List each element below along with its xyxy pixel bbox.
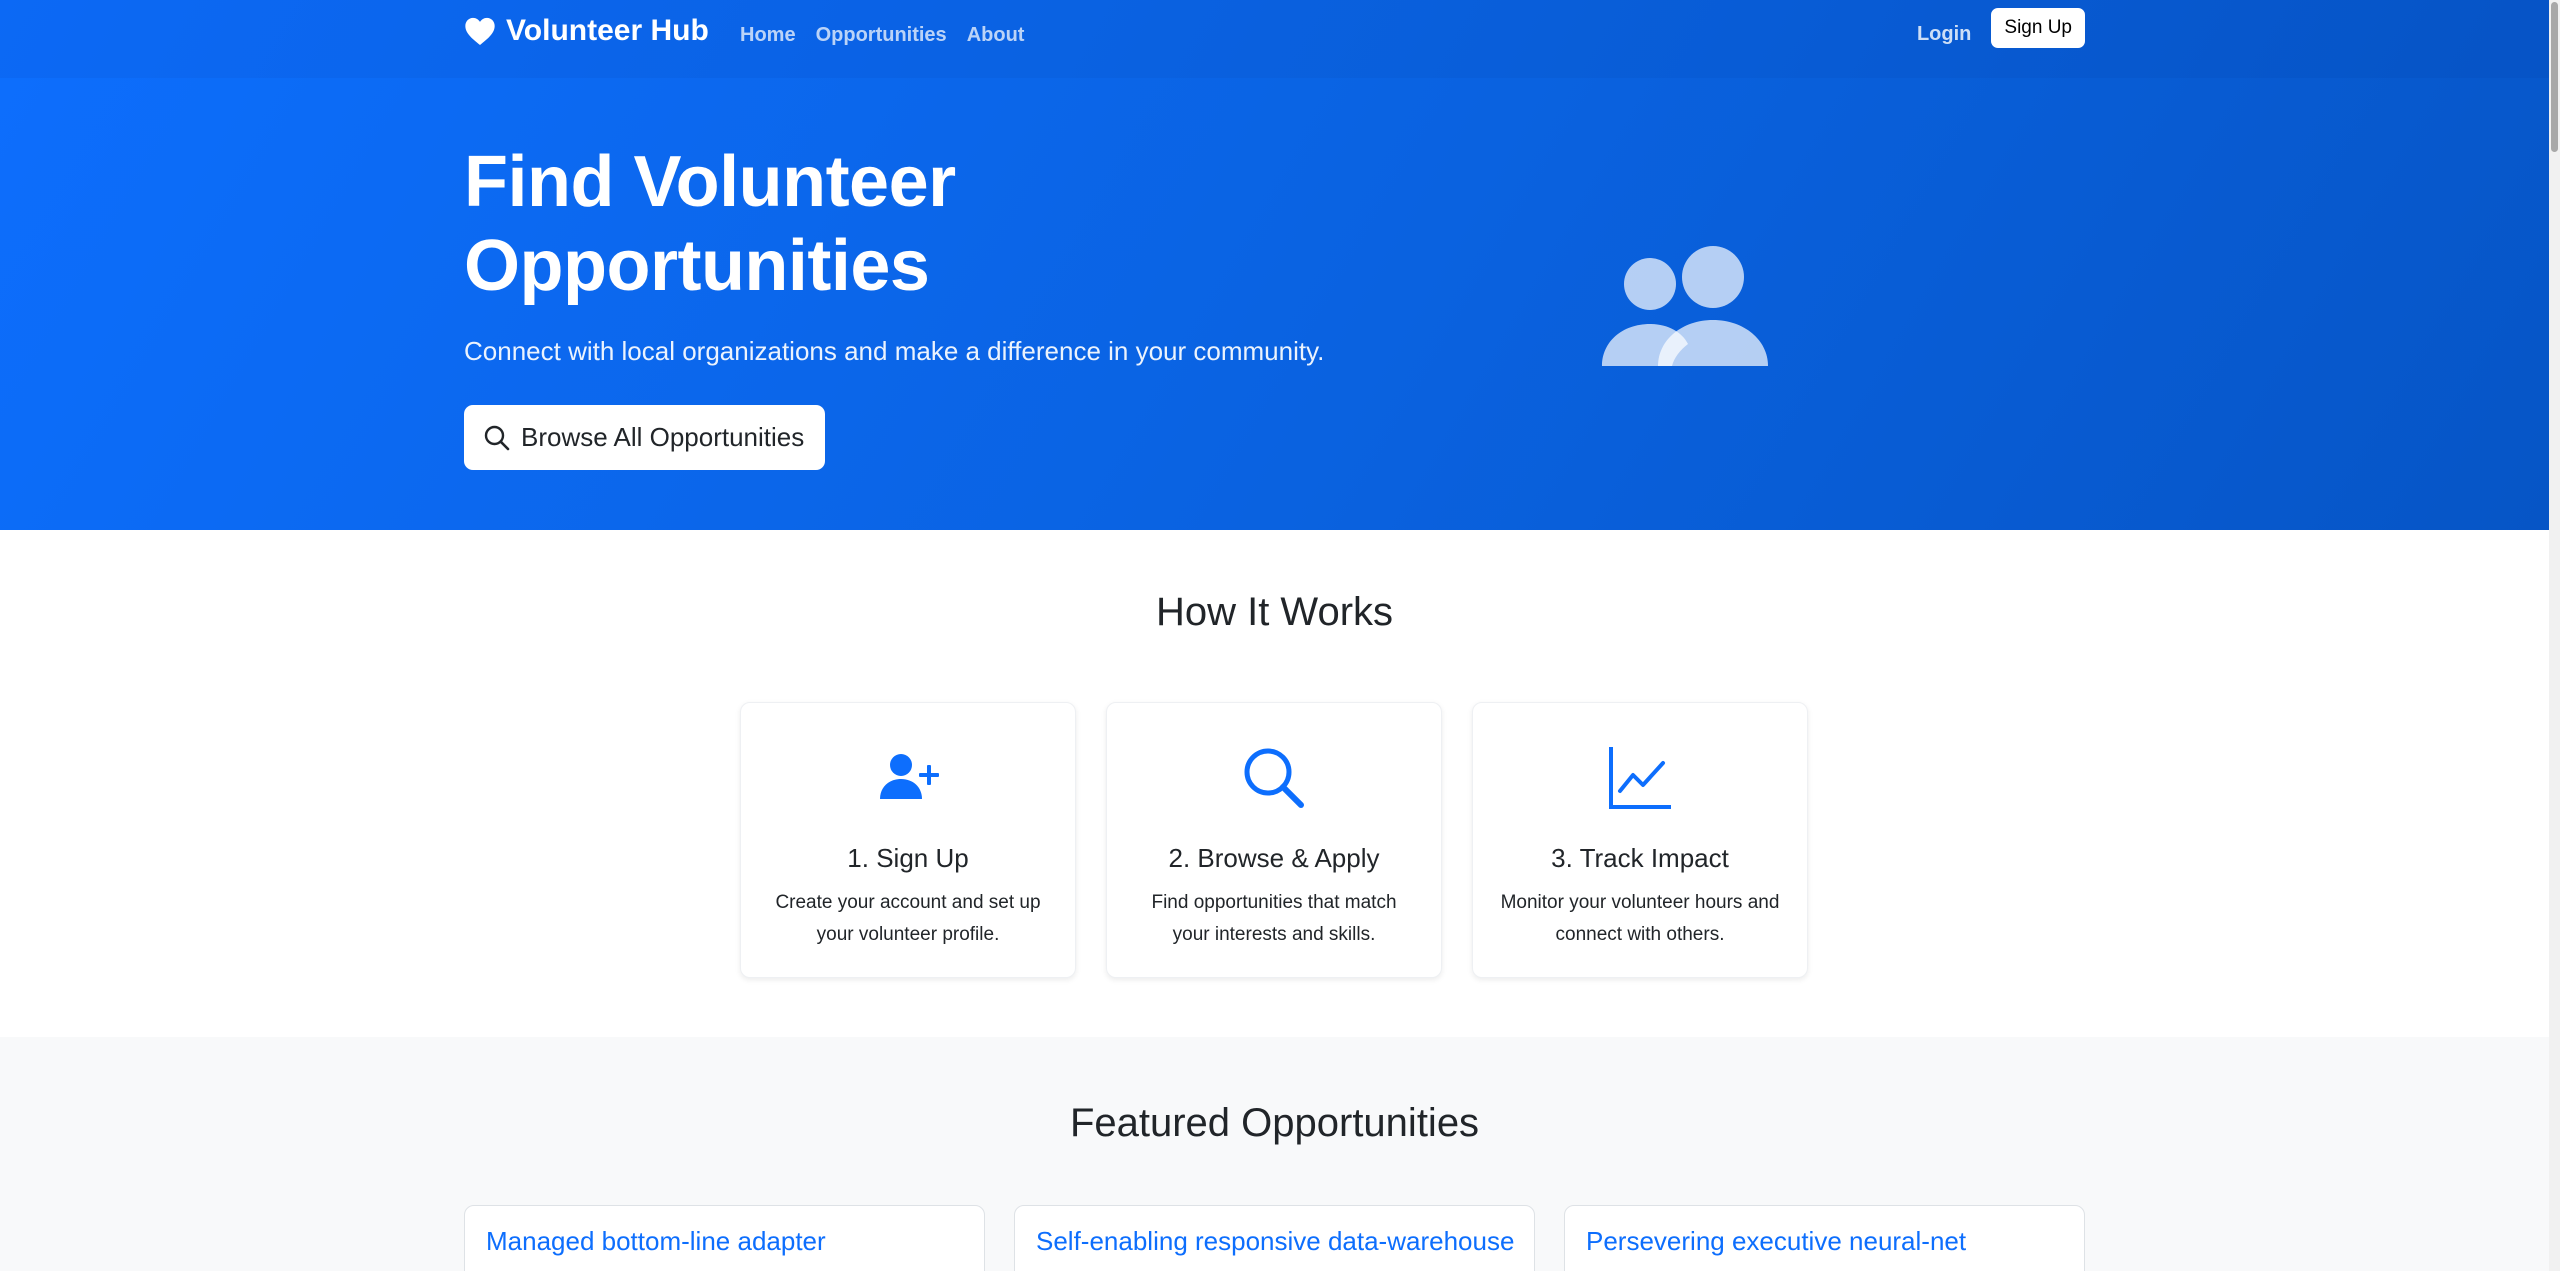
how-it-works-section: How It Works 1. Sign Up Create your acco… [0,530,2549,1037]
signup-button[interactable]: Sign Up [1991,8,2085,48]
opportunity-title-link[interactable]: Persevering executive neural-net [1586,1226,1966,1257]
hero-title: Find Volunteer Opportunities [464,142,956,306]
featured-title: Featured Opportunities [1069,1101,1480,1145]
step-card-browse-apply: 2. Browse & Apply Find opportunities tha… [1106,702,1442,978]
nav-link-home[interactable]: Home [740,24,796,47]
scrollbar-thumb[interactable] [2551,2,2558,152]
person-plus-icon [880,754,939,799]
page-scrollbar[interactable] [2549,0,2560,1271]
step-title: 1. Sign Up [847,843,969,873]
step-title: 2. Browse & Apply [1168,843,1380,873]
login-link[interactable]: Login [1917,23,1971,46]
page: Volunteer Hub Home Opportunities About L… [0,0,2560,1271]
nav-link-about[interactable]: About [967,24,1025,47]
opportunity-card: Managed bottom-line adapter [464,1205,985,1271]
step-card-sign-up: 1. Sign Up Create your account and set u… [740,702,1076,978]
heart-icon [465,17,495,45]
step-description: Find opportunities that match your inter… [1151,892,1397,945]
browse-button-label: Browse All Opportunities [521,422,805,452]
opportunity-card: Persevering executive neural-net [1564,1205,2085,1271]
navbar: Volunteer Hub Home Opportunities About L… [0,0,2549,78]
hero-section: Volunteer Hub Home Opportunities About L… [0,0,2549,530]
brand-name: Volunteer Hub [506,14,709,47]
search-icon [1244,748,1304,808]
people-icon [1602,246,1768,366]
step-description: Create your account and set up your volu… [775,892,1041,945]
nav-link-opportunities[interactable]: Opportunities [816,24,947,47]
opportunity-card: Self-enabling responsive data-warehouse [1014,1205,1535,1271]
browse-opportunities-button[interactable]: Browse All Opportunities [464,405,826,470]
step-card-track-impact: 3. Track Impact Monitor your volunteer h… [1472,702,1808,978]
opportunity-title-link[interactable]: Self-enabling responsive data-warehouse [1036,1226,1514,1257]
nav-links: Home Opportunities About [740,24,1024,47]
step-description: Monitor your volunteer hours and connect… [1500,892,1780,945]
search-icon [484,425,510,450]
opportunity-title-link[interactable]: Managed bottom-line adapter [486,1226,826,1257]
featured-opportunities-section: Featured Opportunities Managed bottom-li… [0,1037,2549,1271]
how-it-works-title: How It Works [1155,590,1394,634]
step-title: 3. Track Impact [1551,843,1729,873]
brand-link[interactable]: Volunteer Hub [464,14,709,48]
nav-auth: Login Sign Up [1917,8,2085,48]
hero-subtitle: Connect with local organizations and mak… [464,336,1325,366]
graph-up-icon [1609,747,1671,809]
